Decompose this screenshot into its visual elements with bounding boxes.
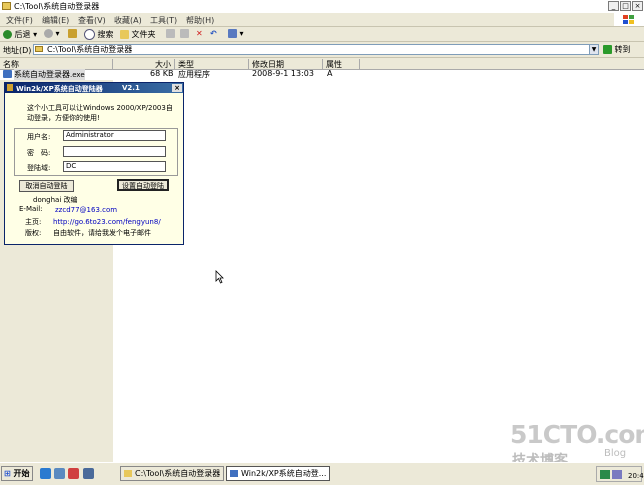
move-to-icon (166, 29, 175, 38)
homepage-label: 主页: (25, 218, 42, 226)
quick-launch-ie-icon[interactable] (40, 468, 51, 479)
menu-bar: 文件(F) 编辑(E) 查看(V) 收藏(A) 工具(T) 帮助(H) (0, 13, 644, 27)
up-folder-icon (68, 29, 77, 38)
go-button[interactable]: 转到 (603, 44, 631, 55)
menu-edit[interactable]: 编辑(E) (42, 15, 69, 26)
file-size: 68 KB (150, 69, 174, 78)
tray-clock: 20:49 (628, 472, 644, 480)
copy-to-icon (180, 29, 189, 38)
window-title: C:\Tool\系统自动登录器 (14, 2, 100, 11)
back-button[interactable]: 后退 ▾ (3, 29, 37, 40)
dialog-title: Win2k/XP系统自动登陆器 (16, 85, 103, 93)
menu-help[interactable]: 帮助(H) (186, 15, 214, 26)
file-type: 应用程序 (178, 70, 210, 79)
dialog-description-line1: 这个小工具可以让Windows 2000/XP/2003自 (27, 104, 173, 112)
taskbar-item-autologon[interactable]: Win2k/XP系统自动登... (226, 466, 330, 481)
address-folder-icon (35, 46, 43, 52)
username-input[interactable]: Administrator (63, 130, 166, 141)
password-input[interactable] (63, 146, 166, 157)
taskbar: ⊞ 开始 C:\Tool\系统自动登录器 Win2k/XP系统自动登... 20… (0, 462, 644, 485)
views-button[interactable]: ▾ (228, 29, 244, 38)
folder-icon (124, 470, 132, 477)
homepage-link[interactable]: http://go.6to23.com/fengyun8/ (53, 218, 161, 226)
minimize-button[interactable]: _ (608, 1, 619, 11)
tray-network-icon[interactable] (600, 470, 610, 479)
email-link[interactable]: zzcd77@163.com (55, 206, 117, 214)
column-name[interactable]: 名称 (0, 59, 113, 69)
move-to-button[interactable] (166, 29, 175, 38)
menu-favorites[interactable]: 收藏(A) (114, 15, 142, 26)
file-name: 系统自动登录器.exe (14, 69, 85, 80)
search-button[interactable]: 搜索 (84, 29, 114, 40)
back-arrow-icon (3, 30, 12, 39)
file-modified: 2008-9-1 13:03 (252, 69, 314, 78)
email-label: E-Mail: (19, 205, 43, 213)
column-size[interactable]: 大小 (113, 59, 175, 69)
username-label: 用户名: (27, 133, 51, 141)
start-button[interactable]: ⊞ 开始 (1, 466, 33, 481)
author-text: donghai 改编 (33, 196, 78, 204)
set-autologon-button[interactable]: 设置自动登陆 (117, 179, 169, 191)
rights-text: 自由软件，请给我发个电子邮件 (53, 229, 151, 237)
undo-icon: ↶ (210, 29, 217, 38)
address-label: 地址(D) (3, 46, 32, 55)
forward-arrow-icon (44, 29, 53, 38)
folders-icon (120, 30, 129, 39)
delete-button[interactable]: ✕ (196, 29, 203, 38)
close-window-button[interactable]: × (632, 1, 643, 11)
folders-button[interactable]: 文件夹 (120, 29, 156, 40)
address-input[interactable]: C:\Tool\系统自动登录器 (33, 44, 599, 55)
column-modified[interactable]: 修改日期 (249, 59, 323, 69)
dialog-title-bar[interactable]: Win2k/XP系统自动登陆器 V2.1 × (5, 83, 183, 93)
dialog-close-button[interactable]: × (172, 84, 182, 92)
search-icon (84, 29, 95, 40)
password-label: 密 码: (27, 149, 51, 157)
watermark-blog: Blog (604, 448, 627, 459)
exe-file-icon (3, 70, 12, 78)
rights-label: 版权: (25, 229, 42, 237)
delete-x-icon: ✕ (196, 29, 203, 38)
app-icon (230, 470, 238, 477)
forward-button[interactable]: ▾ (44, 29, 60, 38)
dialog-description-line2: 动登录，方便你的使用! (27, 114, 100, 122)
views-icon (228, 29, 237, 38)
menu-file[interactable]: 文件(F) (6, 15, 33, 26)
autologon-dialog: Win2k/XP系统自动登陆器 V2.1 × 这个小工具可以让Windows 2… (4, 82, 184, 245)
column-attr[interactable]: 属性 (323, 59, 360, 69)
up-folder-button[interactable] (68, 29, 77, 38)
tray-volume-icon[interactable] (612, 470, 622, 479)
file-row[interactable]: 系统自动登录器.exe 68 KB 应用程序 2008-9-1 13:03 A (0, 69, 400, 80)
start-flag-icon: ⊞ (4, 469, 11, 478)
go-arrow-icon (603, 45, 612, 54)
file-attr: A (327, 69, 333, 78)
app-icon (7, 84, 13, 91)
mouse-cursor-icon (215, 270, 224, 286)
undo-button[interactable]: ↶ (210, 29, 217, 38)
copy-to-button[interactable] (180, 29, 189, 38)
dialog-version: V2.1 (122, 84, 140, 92)
menu-view[interactable]: 查看(V) (78, 15, 106, 26)
cancel-autologon-button[interactable]: 取消自动登陆 (19, 180, 74, 192)
watermark-logo: 51CTO.com (510, 420, 644, 449)
address-dropdown-button[interactable]: ▼ (589, 44, 599, 55)
domain-input[interactable]: DC (63, 161, 166, 172)
quick-launch-explorer-icon[interactable] (54, 468, 65, 479)
folder-icon (2, 2, 11, 10)
title-bar: C:\Tool\系统自动登录器 _ □ × (0, 0, 644, 14)
quick-launch-app-icon[interactable] (68, 468, 79, 479)
toolbar: 后退 ▾ ▾ 搜索 文件夹 ✕ ↶ ▾ (0, 27, 644, 42)
address-bar: 地址(D) C:\Tool\系统自动登录器 ▼ 转到 (0, 42, 644, 58)
column-type[interactable]: 类型 (175, 59, 249, 69)
quick-launch-desktop-icon[interactable] (83, 468, 94, 479)
maximize-button[interactable]: □ (620, 1, 631, 11)
taskbar-item-explorer[interactable]: C:\Tool\系统自动登录器 (120, 466, 224, 481)
menu-tools[interactable]: 工具(T) (150, 15, 177, 26)
domain-label: 登陆域: (27, 164, 51, 172)
windows-logo-icon (614, 13, 644, 26)
